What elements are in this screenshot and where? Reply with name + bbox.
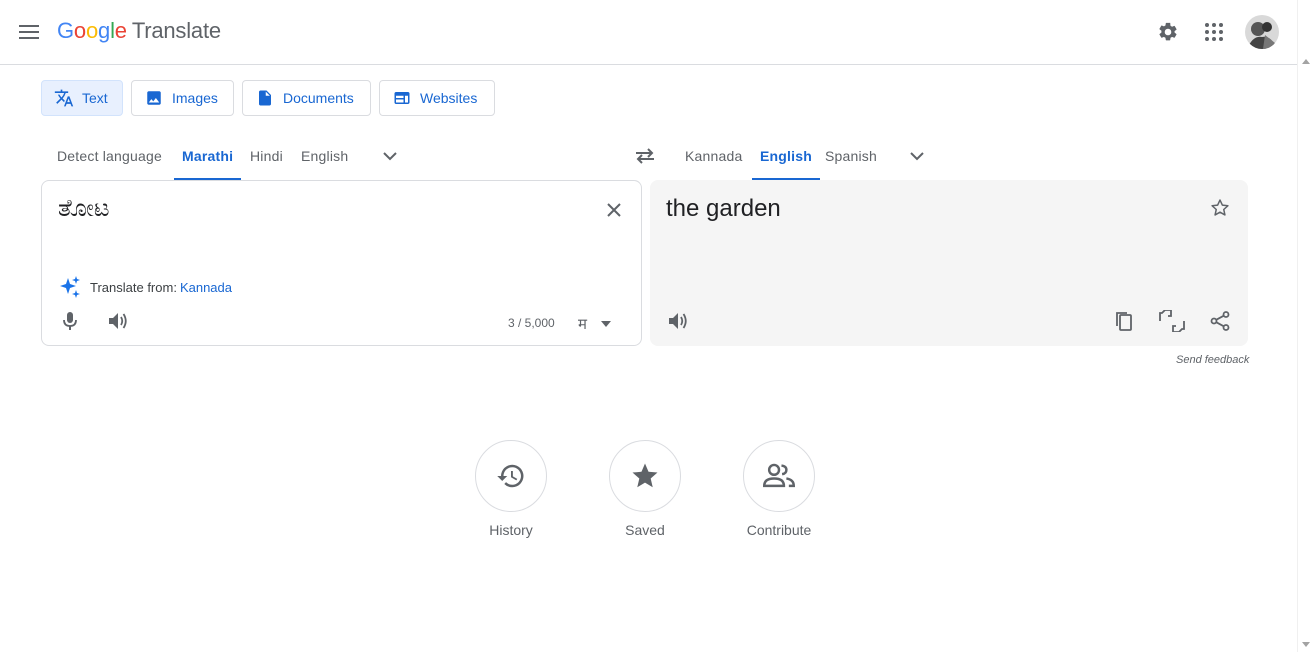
chevron-down-icon [910, 152, 924, 161]
sparkle-icon [60, 276, 80, 298]
logo-letter: o [85, 18, 99, 43]
save-translation-button[interactable] [1204, 192, 1236, 224]
settings-button[interactable] [1153, 17, 1183, 47]
translate-icon [54, 88, 74, 108]
websites-mode-label: Websites [420, 90, 478, 106]
source-lang-english[interactable]: English [293, 132, 356, 180]
account-avatar[interactable] [1245, 15, 1279, 49]
star-icon [632, 463, 658, 488]
translation-text: the garden [666, 195, 781, 222]
logo-letter: G [57, 18, 74, 43]
people-icon [763, 463, 795, 488]
text-mode-label: Text [82, 90, 108, 106]
speaker-icon [669, 313, 687, 329]
saved-button[interactable]: Saved [600, 440, 690, 538]
scroll-down-arrow-icon[interactable] [1302, 642, 1310, 647]
close-icon [607, 203, 621, 217]
websites-mode-button[interactable]: Websites [379, 80, 495, 116]
source-text-input[interactable]: ತೋಟ [58, 195, 110, 223]
swap-languages-button[interactable] [631, 143, 659, 169]
translate-from-suggestion: Translate from: Kannada [58, 275, 232, 299]
avatar-image [1245, 15, 1279, 49]
logo-letter: o [73, 18, 86, 43]
page-scrollbar[interactable] [1297, 0, 1314, 652]
character-counter: 3 / 5,000 [508, 316, 555, 330]
send-feedback-link[interactable]: Send feedback [1176, 354, 1249, 366]
share-icon [1210, 311, 1230, 331]
contribute-label: Contribute [746, 522, 812, 538]
clear-source-button[interactable] [600, 196, 628, 224]
document-icon [255, 88, 275, 108]
thumbs-up-down-icon [1159, 310, 1185, 332]
listen-translation-button[interactable] [662, 305, 694, 337]
product-name: Translate [131, 18, 221, 43]
speaker-icon [109, 313, 127, 329]
lang-label: Marathi [182, 148, 234, 164]
lang-label: Kannada [685, 148, 743, 164]
translation-output-panel: the garden [650, 180, 1248, 346]
share-translation-button[interactable] [1204, 305, 1236, 337]
scroll-up-arrow-icon[interactable] [1302, 59, 1310, 64]
translate-from-language-link[interactable]: Kannada [180, 280, 232, 295]
source-lang-hindi[interactable]: Hindi [242, 132, 291, 180]
source-lang-detect[interactable]: Detect language [49, 132, 170, 180]
top-bar: Google Translate [0, 0, 1297, 65]
image-icon [144, 88, 164, 108]
target-lang-english[interactable]: English [752, 132, 820, 180]
logo-letter: g [98, 18, 111, 43]
source-text-panel: ತೋಟ Translate from: Kannada 3 / 5,000 म [41, 180, 642, 346]
input-tools-button[interactable]: म [578, 314, 611, 334]
lang-label: Hindi [250, 148, 283, 164]
copy-icon [1116, 312, 1132, 331]
google-translate-logo[interactable]: Google Translate [57, 18, 221, 44]
website-icon [392, 88, 412, 108]
main-menu-button[interactable] [14, 17, 44, 47]
saved-circle[interactable] [609, 440, 681, 512]
history-icon [497, 464, 524, 488]
translate-from-label: Translate from: [90, 279, 177, 295]
source-lang-marathi[interactable]: Marathi [174, 132, 242, 180]
target-lang-more-button[interactable] [905, 144, 929, 168]
lang-label: Spanish [825, 148, 877, 164]
listen-source-button[interactable] [102, 305, 134, 337]
caret-down-icon [600, 321, 611, 327]
images-mode-label: Images [172, 90, 218, 106]
history-circle[interactable] [475, 440, 547, 512]
microphone-icon [63, 312, 77, 330]
swap-arrows-icon [636, 148, 654, 164]
text-mode-button[interactable]: Text [41, 80, 123, 116]
lang-label: English [760, 148, 812, 164]
copy-translation-button[interactable] [1108, 305, 1140, 337]
documents-mode-label: Documents [283, 90, 354, 106]
star-outline-icon [1211, 199, 1229, 216]
lang-label: Detect language [57, 148, 162, 164]
apps-grid-icon [1205, 23, 1223, 41]
target-lang-spanish[interactable]: Spanish [817, 132, 885, 180]
hamburger-menu-icon [19, 25, 39, 39]
saved-label: Saved [625, 522, 665, 538]
chevron-down-icon [383, 152, 397, 161]
history-label: History [489, 522, 533, 538]
target-lang-kannada[interactable]: Kannada [677, 132, 750, 180]
contribute-button[interactable]: Contribute [734, 440, 824, 538]
lang-label: English [301, 148, 349, 164]
documents-mode-button[interactable]: Documents [242, 80, 371, 116]
source-lang-more-button[interactable] [378, 144, 402, 168]
images-mode-button[interactable]: Images [131, 80, 234, 116]
history-button[interactable]: History [466, 440, 556, 538]
gear-icon [1159, 22, 1177, 41]
contribute-circle[interactable] [743, 440, 815, 512]
logo-letter: e [114, 18, 127, 43]
google-apps-button[interactable] [1199, 17, 1229, 47]
rate-translation-button[interactable] [1156, 305, 1188, 337]
voice-input-button[interactable] [54, 305, 86, 337]
input-tool-glyph: म [578, 316, 587, 333]
